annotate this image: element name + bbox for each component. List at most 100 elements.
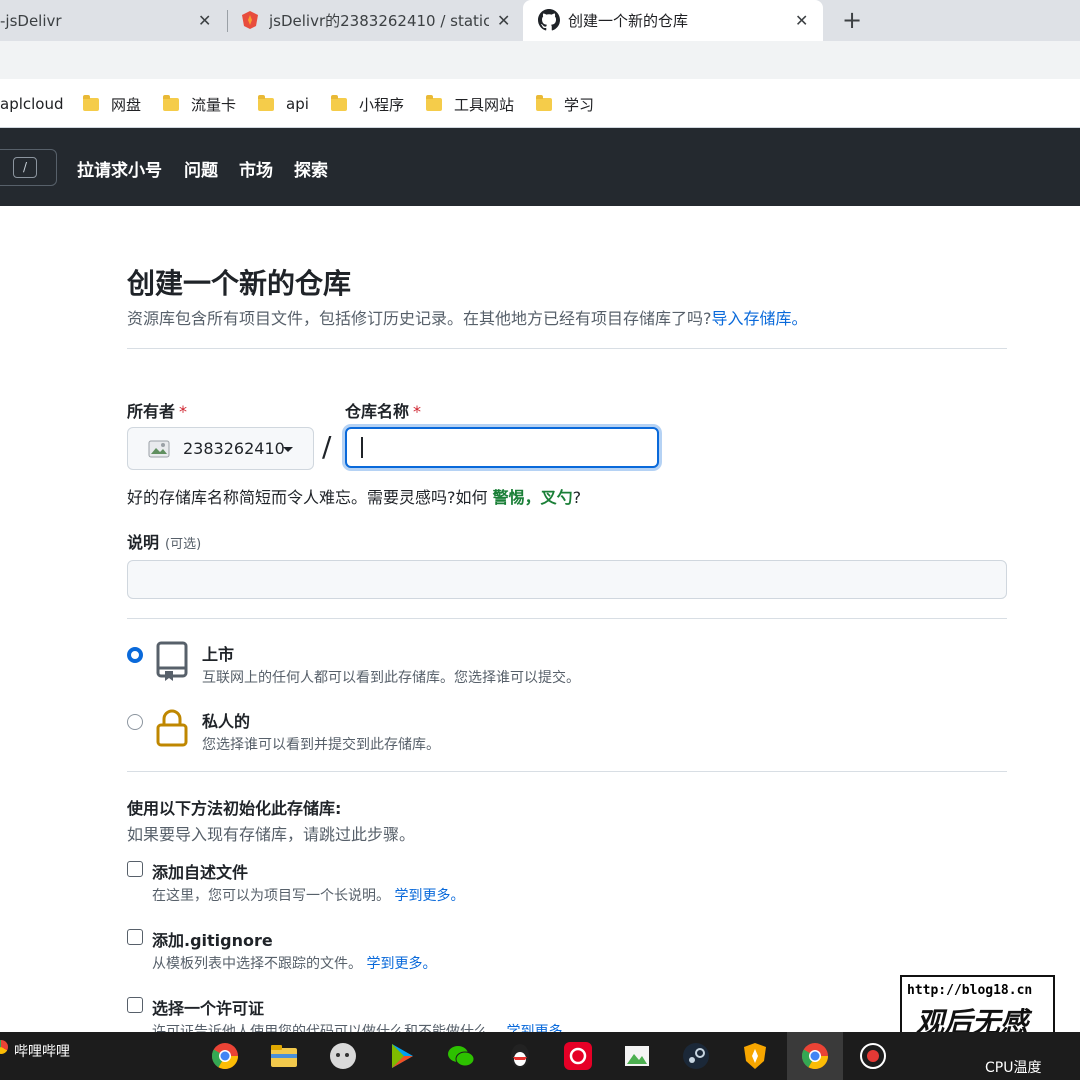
qq-penguin-icon[interactable] xyxy=(505,1041,535,1071)
new-tab-button[interactable]: + xyxy=(838,6,866,34)
public-description: 互联网上的任何人都可以看到此存储库。您选择谁可以提交。 xyxy=(202,670,580,686)
nav-link-issues[interactable]: 问题 xyxy=(184,156,218,181)
chrome-icon xyxy=(0,1040,8,1054)
page-subtitle: 资源库包含所有项目文件，包括修订历史记录。在其他地方已经有项目存储库了吗?导入存… xyxy=(127,305,808,329)
security-shield-icon[interactable] xyxy=(740,1041,770,1071)
hint-text: 好的存储库名称简短而令人难忘。需要灵感吗?如何 xyxy=(127,488,488,507)
browser-tab[interactable]: -jsDelivr ✕ xyxy=(0,0,228,41)
optional-tag: (可选) xyxy=(165,537,202,552)
play-store-icon[interactable] xyxy=(387,1041,417,1071)
private-title: 私人的 xyxy=(202,712,251,731)
address-bar[interactable] xyxy=(0,41,1080,79)
close-tab-icon[interactable]: ✕ xyxy=(497,11,510,30)
bookmark-item[interactable]: aplcloud xyxy=(0,93,64,115)
repo-icon xyxy=(156,641,188,681)
close-tab-icon[interactable]: ✕ xyxy=(198,11,211,30)
browser-tab[interactable]: jsDelivr的2383262410 / static C ✕ xyxy=(228,0,523,41)
license-checkbox[interactable] xyxy=(127,997,143,1013)
netease-music-icon[interactable] xyxy=(563,1041,593,1071)
nav-link-pull-requests[interactable]: 拉请求小号 xyxy=(77,156,162,181)
gitignore-title: 添加.gitignore xyxy=(152,931,273,950)
bookmark-label: 学习 xyxy=(564,95,595,114)
hint-suffix: ? xyxy=(572,488,582,507)
bookmark-label: 工具网站 xyxy=(454,95,515,114)
owner-dropdown[interactable]: 2383262410 xyxy=(127,427,314,470)
folder-icon xyxy=(83,94,99,111)
wechat-icon[interactable] xyxy=(446,1041,476,1071)
private-radio[interactable] xyxy=(127,714,143,730)
bookmark-folder[interactable]: 工具网站 xyxy=(426,93,514,115)
learn-more-link[interactable]: 学到更多。 xyxy=(394,888,464,904)
description-label: 说明 (可选) xyxy=(127,529,201,553)
license-title: 选择一个许可证 xyxy=(152,999,265,1018)
required-mark: * xyxy=(179,402,188,421)
tab-title: jsDelivr的2383262410 / static C xyxy=(269,12,489,30)
bookmark-label: api xyxy=(286,95,309,113)
repo-name-label: 仓库名称 * xyxy=(345,398,421,422)
readme-checkbox[interactable] xyxy=(127,861,143,877)
text-cursor xyxy=(361,437,363,458)
bookmark-label: 小程序 xyxy=(359,95,405,114)
jsdelivr-icon xyxy=(242,11,258,29)
bookmark-folder[interactable]: 学习 xyxy=(536,93,594,115)
bookmark-label: 网盘 xyxy=(111,95,142,114)
chrome-icon[interactable] xyxy=(210,1041,240,1071)
readme-description: 在这里，您可以为项目写一个长说明。 学到更多。 xyxy=(152,885,464,905)
divider xyxy=(127,771,1007,772)
record-icon[interactable] xyxy=(858,1041,888,1071)
repo-name-input[interactable] xyxy=(345,427,659,468)
image-viewer-icon[interactable] xyxy=(622,1041,652,1071)
gitignore-desc-text: 从模板列表中选择不跟踪的文件。 xyxy=(152,956,362,972)
close-tab-icon[interactable]: ✕ xyxy=(795,11,808,30)
chrome-icon[interactable] xyxy=(800,1041,830,1071)
windows-taskbar: 哔哩哔哩 CPU温度 xyxy=(0,1032,1080,1080)
nav-link-marketplace[interactable]: 市场 xyxy=(239,156,273,181)
folder-icon xyxy=(163,94,179,111)
bookmarks-bar: aplcloud 网盘 流量卡 api 小程序 工具网站 学习 xyxy=(0,81,1080,128)
steam-icon[interactable] xyxy=(681,1041,711,1071)
subtitle-text: 资源库包含所有项目文件，包括修订历史记录。在其他地方已经有项目存储库了吗? xyxy=(127,309,712,328)
gitignore-description: 从模板列表中选择不跟踪的文件。 学到更多。 xyxy=(152,953,436,973)
name-suggestion[interactable]: 警惕，叉勺 xyxy=(493,488,573,507)
bookmark-folder[interactable]: 小程序 xyxy=(331,93,404,115)
init-section-subtitle: 如果要导入现有存储库，请跳过此步骤。 xyxy=(127,825,416,844)
browser-tab-active[interactable]: 创建一个新的仓库 ✕ xyxy=(523,0,823,41)
search-box[interactable]: / xyxy=(0,149,57,186)
gitignore-checkbox[interactable] xyxy=(127,929,143,945)
readme-title: 添加自述文件 xyxy=(152,863,249,882)
divider xyxy=(127,348,1007,349)
slash-shortcut-key: / xyxy=(13,157,37,178)
taskbar-app-label[interactable]: 哔哩哔哩 xyxy=(14,1041,70,1061)
bookmark-label: aplcloud xyxy=(0,95,64,113)
private-description: 您选择谁可以看到并提交到此存储库。 xyxy=(202,737,440,753)
bookmark-folder[interactable]: 流量卡 xyxy=(163,93,236,115)
tab-title: 创建一个新的仓库 xyxy=(568,12,689,30)
divider xyxy=(127,618,1007,619)
public-radio[interactable] xyxy=(127,647,143,663)
owner-name: 2383262410 xyxy=(183,439,285,458)
repo-name-label-text: 仓库名称 xyxy=(345,402,410,421)
browser-toolbar xyxy=(0,41,1080,81)
nav-link-explore[interactable]: 探索 xyxy=(294,156,328,181)
broken-image-icon xyxy=(148,440,170,458)
tab-title: -jsDelivr xyxy=(0,11,62,30)
bookmark-label: 流量卡 xyxy=(191,95,237,114)
folder-icon xyxy=(331,94,347,111)
bookmark-folder[interactable]: api xyxy=(258,93,309,115)
path-separator: / xyxy=(322,430,332,463)
owner-label: 所有者 * xyxy=(127,398,187,422)
chat-bubble-icon[interactable] xyxy=(328,1041,358,1071)
import-repository-link[interactable]: 导入存储库。 xyxy=(712,309,808,328)
file-explorer-icon[interactable] xyxy=(269,1041,299,1071)
browser-tab-strip: -jsDelivr ✕ jsDelivr的2383262410 / static… xyxy=(0,0,1080,41)
folder-icon xyxy=(258,94,274,111)
repo-name-hint: 好的存储库名称简短而令人难忘。需要灵感吗?如何 警惕，叉勺? xyxy=(127,484,581,508)
bookmark-folder[interactable]: 网盘 xyxy=(83,93,141,115)
learn-more-link[interactable]: 学到更多。 xyxy=(366,956,436,972)
github-icon xyxy=(538,9,560,31)
readme-desc-text: 在这里，您可以为项目写一个长说明。 xyxy=(152,888,390,904)
description-input[interactable] xyxy=(127,560,1007,599)
github-header: / 拉请求小号 问题 市场 探索 xyxy=(0,128,1080,206)
lock-icon xyxy=(156,709,188,747)
caret-down-icon xyxy=(283,447,293,452)
